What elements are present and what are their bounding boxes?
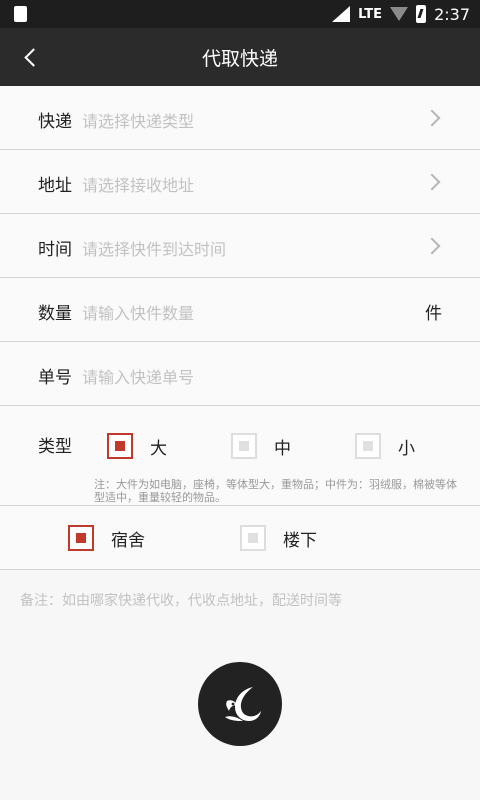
network-type: LTE bbox=[358, 6, 383, 22]
field-label: 地址 bbox=[38, 176, 72, 196]
quantity-field[interactable]: 数量 请输入快件数量 件 bbox=[0, 278, 480, 342]
quantity-unit: 件 bbox=[425, 304, 442, 324]
type-note: 注：大件为如电脑，座椅，等体型大，重物品；中件为：羽绒服，棉被等体型适中，重量较… bbox=[94, 478, 457, 504]
delivery-form: 快递 请选择快递类型 地址 请选择接收地址 时间 请选择快件到达时间 数量 请输… bbox=[0, 86, 480, 570]
chevron-right-icon bbox=[423, 237, 441, 255]
checkbox-checked-icon[interactable] bbox=[68, 525, 94, 551]
clock: 2:37 bbox=[434, 4, 470, 24]
type-option-small[interactable]: 小 bbox=[355, 432, 415, 460]
package-type-section: 类型 大 中 小 注：大件为如电脑，座椅，等体型大，重物品；中件为：羽绒服，棉被… bbox=[0, 406, 480, 506]
option-label: 宿舍 bbox=[111, 530, 145, 551]
wifi-icon bbox=[390, 7, 409, 21]
app-bar: 代取快递 bbox=[0, 28, 480, 86]
page-title: 代取快递 bbox=[201, 48, 278, 70]
chevron-right-icon bbox=[423, 173, 441, 191]
option-label: 楼下 bbox=[283, 530, 317, 551]
field-placeholder: 请选择快递类型 bbox=[82, 112, 195, 131]
option-label: 小 bbox=[398, 438, 415, 459]
submit-button[interactable] bbox=[198, 662, 282, 746]
type-option-medium[interactable]: 中 bbox=[231, 432, 291, 460]
bird-logo-icon bbox=[225, 687, 261, 721]
cell-signal-icon bbox=[332, 6, 351, 22]
remark-input[interactable]: 备注：如由哪家快递代收，代收点地址，配送时间等 bbox=[20, 590, 342, 610]
field-placeholder: 请选择快件到达时间 bbox=[82, 240, 227, 259]
courier-field[interactable]: 快递 请选择快递类型 bbox=[0, 86, 480, 150]
address-field[interactable]: 地址 请选择接收地址 bbox=[0, 150, 480, 214]
type-label: 类型 bbox=[38, 437, 72, 457]
checkbox-checked-icon[interactable] bbox=[107, 433, 133, 459]
chevron-right-icon bbox=[423, 109, 441, 127]
time-field[interactable]: 时间 请选择快件到达时间 bbox=[0, 214, 480, 278]
type-option-large[interactable]: 大 bbox=[107, 432, 167, 460]
quantity-input[interactable]: 请输入快件数量 bbox=[82, 300, 194, 324]
location-option-dorm[interactable]: 宿舍 bbox=[68, 524, 145, 552]
battery-charging-icon bbox=[416, 5, 427, 23]
sd-card-icon bbox=[14, 6, 27, 22]
tracking-number-input[interactable]: 请输入快递单号 bbox=[82, 364, 194, 388]
status-bar: LTE 2:37 bbox=[0, 0, 480, 28]
field-label: 单号 bbox=[38, 368, 72, 388]
field-placeholder: 请选择接收地址 bbox=[82, 176, 195, 195]
option-label: 大 bbox=[150, 438, 167, 459]
delivery-location-section: 宿舍 楼下 bbox=[0, 506, 480, 570]
field-label: 快递 bbox=[38, 112, 72, 132]
checkbox-unchecked-icon[interactable] bbox=[231, 433, 257, 459]
field-label: 时间 bbox=[38, 240, 72, 260]
checkbox-unchecked-icon[interactable] bbox=[240, 525, 266, 551]
tracking-number-field[interactable]: 单号 请输入快递单号 bbox=[0, 342, 480, 406]
checkbox-unchecked-icon[interactable] bbox=[355, 433, 381, 459]
field-label: 数量 bbox=[38, 304, 72, 324]
option-label: 中 bbox=[274, 438, 291, 459]
location-option-downstairs[interactable]: 楼下 bbox=[240, 524, 317, 552]
